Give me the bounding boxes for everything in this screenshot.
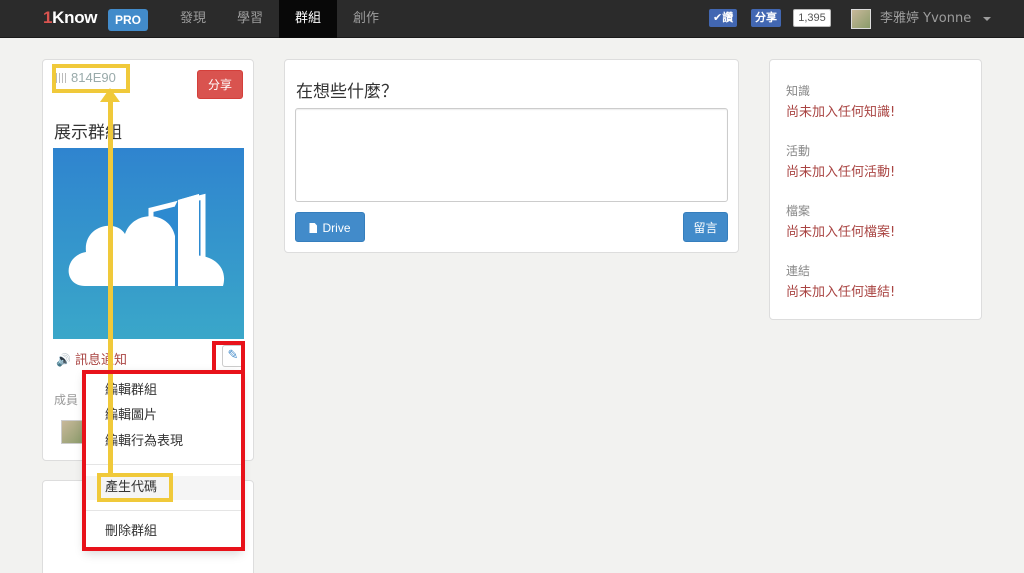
- drive-button-label: Drive: [322, 221, 351, 235]
- notification-label: 訊息通知: [74, 353, 127, 368]
- pro-badge: PRO: [108, 9, 148, 31]
- comment-button[interactable]: 留言: [683, 212, 728, 242]
- annotation-highlight-edit: [212, 341, 245, 374]
- info-label-links: 連結: [786, 264, 811, 278]
- nav-item-discover[interactable]: 發現: [165, 0, 221, 38]
- info-value-activities: 尚未加入任何活動!: [786, 165, 896, 180]
- info-label-activities: 活動: [786, 144, 811, 158]
- facebook-share-count: 1,395: [793, 9, 831, 27]
- members-label: 成員: [54, 393, 79, 407]
- share-button[interactable]: 分享: [197, 70, 243, 99]
- top-navbar: 1Know PRO 發現 學習 群組 創作 ✔讚 分享 1,395 李雅婷 Yv…: [0, 0, 1024, 38]
- file-icon: [309, 223, 318, 233]
- annotation-highlight-menu: [82, 370, 245, 551]
- info-value-files: 尚未加入任何檔案!: [786, 225, 896, 240]
- facebook-share-button[interactable]: 分享: [751, 9, 781, 27]
- notification-toggle[interactable]: 🔊 訊息通知: [56, 349, 127, 368]
- brand-logo-number: 1: [43, 8, 53, 27]
- nav-item-groups[interactable]: 群組: [279, 0, 337, 38]
- nav-item-create[interactable]: 創作: [338, 0, 394, 38]
- info-label-knowledge: 知識: [786, 84, 811, 98]
- drive-button[interactable]: Drive: [295, 212, 365, 242]
- info-label-files: 檔案: [786, 204, 811, 218]
- cloud-logo-icon: [68, 193, 225, 286]
- chevron-down-icon[interactable]: [983, 17, 991, 21]
- brand-logo[interactable]: 1Know: [43, 8, 98, 28]
- post-textarea[interactable]: [295, 108, 728, 202]
- info-value-links: 尚未加入任何連結!: [786, 285, 896, 300]
- post-prompt: 在想些什麼？: [296, 82, 398, 102]
- annotation-highlight-code: [52, 64, 130, 93]
- facebook-like-button[interactable]: ✔讚: [709, 9, 738, 27]
- group-image: [53, 148, 244, 339]
- info-value-knowledge: 尚未加入任何知識!: [786, 105, 896, 120]
- nav-item-learn[interactable]: 學習: [222, 0, 278, 38]
- user-avatar[interactable]: [851, 9, 871, 29]
- brand-logo-text: Know: [52, 8, 98, 27]
- user-name-menu[interactable]: 李雅婷 Yvonne: [880, 0, 971, 38]
- speaker-icon: 🔊: [56, 353, 71, 367]
